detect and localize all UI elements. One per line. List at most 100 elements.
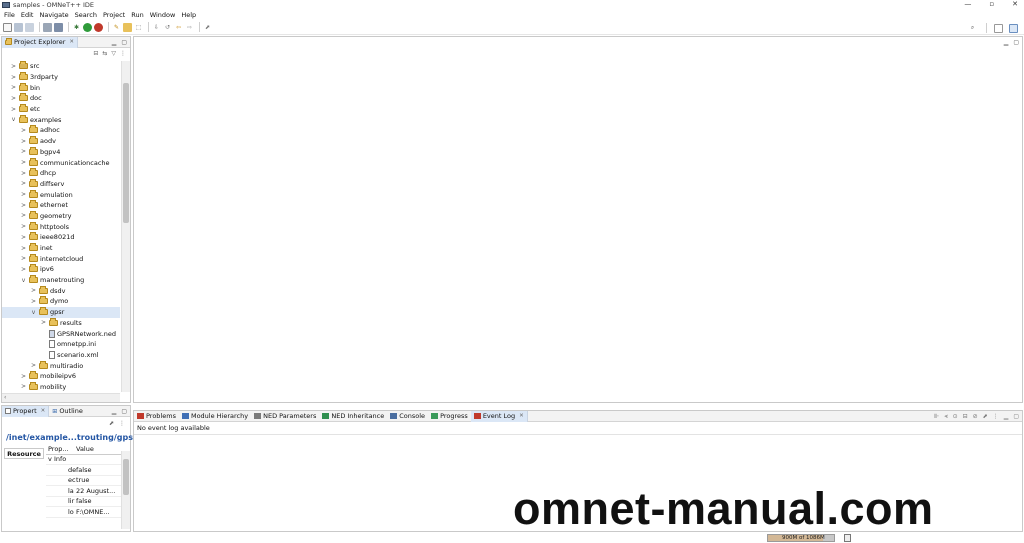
tree-item[interactable]: v examples xyxy=(2,114,120,125)
minimize-button[interactable]: — xyxy=(964,0,971,8)
next-annotation-icon[interactable]: ⇩ xyxy=(152,23,161,32)
tab-ned-parameters[interactable]: NED Parameters xyxy=(251,411,319,422)
chevron-right-icon[interactable]: > xyxy=(20,245,27,252)
property-row[interactable]: ec true xyxy=(46,476,122,486)
chevron-right-icon[interactable]: > xyxy=(20,159,27,166)
collapse-all-icon[interactable]: ⊟ xyxy=(93,50,98,57)
heap-status[interactable]: 900M of 1086M xyxy=(767,534,835,542)
minimize-view-icon[interactable]: ▁ xyxy=(112,408,117,415)
minimize-view-icon[interactable]: ▁ xyxy=(112,39,117,46)
run-dropdown-icon[interactable] xyxy=(94,22,103,32)
tree-item[interactable]: > doc xyxy=(2,93,120,104)
properties-scrollbar[interactable] xyxy=(121,451,130,529)
chevron-right-icon[interactable]: > xyxy=(20,373,27,380)
tab-event-log[interactable]: Event Log ✕ xyxy=(470,410,528,422)
menu-navigate[interactable]: Navigate xyxy=(39,11,68,19)
tree-scrollbar[interactable] xyxy=(121,61,130,392)
tree-item[interactable]: > aodv xyxy=(2,136,120,147)
tree-hscrollbar[interactable]: ‹ xyxy=(2,393,120,402)
chevron-right-icon[interactable]: > xyxy=(20,148,27,155)
tab-console[interactable]: Console xyxy=(387,411,428,422)
tab-problems[interactable]: Problems xyxy=(134,411,179,422)
tab-module-hierarchy[interactable]: Module Hierarchy xyxy=(179,411,251,422)
property-row[interactable]: lo F:\OMNE... xyxy=(46,507,122,518)
tree-item[interactable]: omnetpp.ini xyxy=(2,339,120,350)
tab-resource[interactable]: Resource xyxy=(4,448,44,459)
property-row[interactable]: lir false xyxy=(46,497,122,507)
tab-ned-inheritance[interactable]: NED Inheritance xyxy=(319,411,387,422)
tree-item[interactable]: > ethernet xyxy=(2,200,120,211)
link-with-editor-icon[interactable]: ⇆ xyxy=(102,50,107,57)
tree-item[interactable]: > src xyxy=(2,61,120,72)
tree-item[interactable]: > results xyxy=(2,317,120,329)
close-button[interactable]: ✕ xyxy=(1012,0,1018,8)
chevron-right-icon[interactable]: > xyxy=(10,63,17,70)
close-tab-icon[interactable]: ✕ xyxy=(69,39,74,45)
chevron-right-icon[interactable]: > xyxy=(20,191,27,198)
view-menu-icon[interactable]: ⋮ xyxy=(119,420,125,427)
property-row[interactable]: de false xyxy=(46,465,122,476)
maximize-view-icon[interactable]: ▢ xyxy=(121,408,127,415)
tree-item[interactable]: > mobileipv6 xyxy=(2,371,120,382)
properties-scrollbar-thumb[interactable] xyxy=(123,459,129,495)
view-menu-icon[interactable]: ⋮ xyxy=(993,413,999,420)
menu-run[interactable]: Run xyxy=(131,11,143,19)
tab-outline[interactable]: ⊞ Outline xyxy=(49,406,86,417)
menu-edit[interactable]: Edit xyxy=(21,11,34,19)
column-value[interactable]: Value xyxy=(76,445,122,453)
menu-help[interactable]: Help xyxy=(181,11,196,19)
view-menu-icon[interactable]: ⋮ xyxy=(120,50,126,57)
chevron-right-icon[interactable]: > xyxy=(10,74,17,81)
goto-icon[interactable]: ⪡ xyxy=(944,413,947,421)
tree-item[interactable]: > internetcloud xyxy=(2,253,120,264)
pin-editor-icon[interactable]: ⬈ xyxy=(203,23,212,32)
menu-file[interactable]: File xyxy=(4,11,15,19)
chevron-right-icon[interactable]: > xyxy=(20,138,27,145)
chevron-down-icon[interactable]: v xyxy=(20,277,27,284)
tree-item[interactable]: > ieee8021d xyxy=(2,232,120,243)
tree-item[interactable]: scenario.xml xyxy=(2,350,120,361)
property-group[interactable]: v Info xyxy=(46,455,122,465)
display-mode-icon[interactable]: ⊟ xyxy=(963,413,968,420)
chevron-right-icon[interactable]: > xyxy=(10,106,17,113)
tree-item[interactable]: > dsdv xyxy=(2,285,120,296)
minimize-view-icon[interactable]: ▁ xyxy=(1004,413,1009,420)
tree-item[interactable]: > mobility xyxy=(2,381,120,392)
chevron-down-icon[interactable]: v xyxy=(48,455,52,463)
chevron-right-icon[interactable]: > xyxy=(30,298,37,305)
open-perspective-icon[interactable] xyxy=(994,23,1003,33)
build-icon[interactable] xyxy=(54,22,63,32)
pin-view-icon[interactable]: ⬈ xyxy=(109,420,114,427)
chevron-right-icon[interactable]: > xyxy=(20,234,27,241)
tree-item[interactable]: v manetrouting xyxy=(2,275,120,286)
chevron-right-icon[interactable]: > xyxy=(20,266,27,273)
chevron-right-icon[interactable]: > xyxy=(30,362,37,369)
tab-progress[interactable]: Progress xyxy=(428,411,471,422)
save-all-icon[interactable] xyxy=(25,22,34,32)
back-icon[interactable]: ⇦ xyxy=(174,23,183,32)
tree-item[interactable]: > adhoc xyxy=(2,125,120,136)
menu-project[interactable]: Project xyxy=(103,11,125,19)
annotation-icon[interactable]: ⬚ xyxy=(134,23,143,32)
open-folder-icon[interactable] xyxy=(123,22,132,32)
chevron-right-icon[interactable]: > xyxy=(10,84,17,91)
tree-item[interactable]: > bin xyxy=(2,82,120,93)
chevron-down-icon[interactable]: v xyxy=(10,116,17,123)
timeline-icon[interactable]: ⊙ xyxy=(953,413,958,420)
chevron-right-icon[interactable]: > xyxy=(20,255,27,262)
chevron-right-icon[interactable]: > xyxy=(20,127,27,134)
tree-scrollbar-thumb[interactable] xyxy=(123,83,129,223)
last-edit-icon[interactable]: ↺ xyxy=(163,23,172,32)
tree-item[interactable]: >3rdparty xyxy=(2,72,120,83)
tree-item[interactable]: GPSRNetwork.ned xyxy=(2,328,120,339)
chevron-right-icon[interactable]: > xyxy=(40,319,47,326)
chevron-down-icon[interactable]: v xyxy=(30,309,37,316)
tree-item[interactable]: > httptools xyxy=(2,221,120,232)
chevron-right-icon[interactable]: > xyxy=(30,287,37,294)
open-type-icon[interactable]: ✎ xyxy=(112,23,121,32)
maximize-view-icon[interactable]: ▢ xyxy=(121,39,127,46)
chevron-right-icon[interactable]: > xyxy=(20,202,27,209)
menu-search[interactable]: Search xyxy=(75,11,97,19)
chevron-right-icon[interactable]: > xyxy=(10,95,17,102)
tree-item[interactable]: > communicationcache xyxy=(2,157,120,168)
